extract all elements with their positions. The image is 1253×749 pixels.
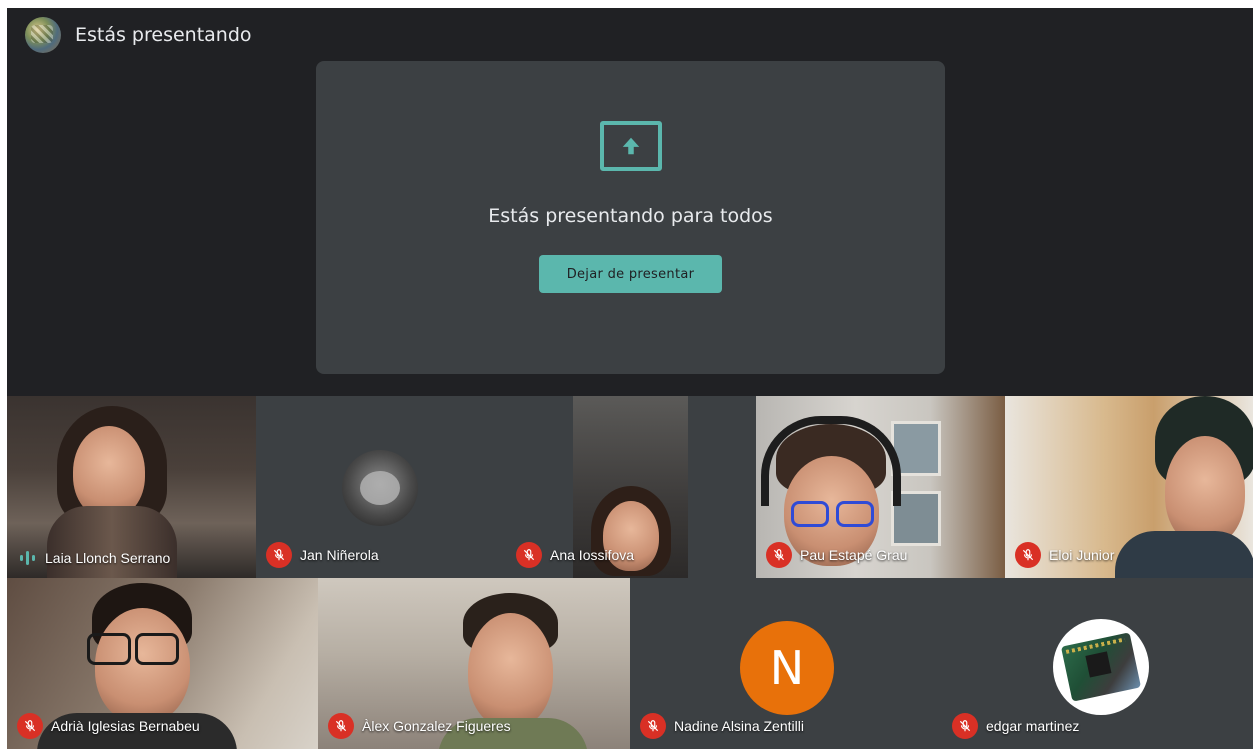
participant-tile[interactable]: Ana Iossifova bbox=[506, 396, 756, 578]
mic-off-icon bbox=[766, 542, 792, 568]
participant-name-bar: Nadine Alsina Zentilli bbox=[640, 713, 804, 739]
meeting-stage: Estás presentando Estás presentando para… bbox=[7, 8, 1253, 749]
presenter-title: Estás presentando bbox=[75, 24, 252, 46]
participant-tile[interactable]: Àlex Gonzalez Figueres bbox=[318, 578, 630, 749]
presentation-card: Estás presentando para todos Dejar de pr… bbox=[316, 61, 945, 374]
participant-name: Nadine Alsina Zentilli bbox=[674, 718, 804, 734]
participant-tile[interactable]: Pau Estapé Grau bbox=[756, 396, 1005, 578]
mic-off-icon bbox=[328, 713, 354, 739]
mic-off-icon bbox=[1015, 542, 1041, 568]
participant-tile[interactable]: Laia Llonch Serrano bbox=[7, 396, 256, 578]
mic-off-icon bbox=[952, 713, 978, 739]
participant-avatar bbox=[342, 450, 418, 526]
participant-name: edgar martinez bbox=[986, 718, 1080, 734]
mic-off-icon bbox=[266, 542, 292, 568]
participant-name-bar: Pau Estapé Grau bbox=[766, 542, 907, 568]
participant-tile[interactable]: Jan Niñerola bbox=[256, 396, 506, 578]
participant-name: Àlex Gonzalez Figueres bbox=[362, 718, 511, 734]
participant-name: Eloi Junior bbox=[1049, 547, 1115, 563]
mic-off-icon bbox=[516, 542, 542, 568]
participant-tile[interactable]: Eloi Junior bbox=[1005, 396, 1253, 578]
participant-tile[interactable]: N Nadine Alsina Zentilli bbox=[630, 578, 942, 749]
participant-name-bar: Jan Niñerola bbox=[266, 542, 379, 568]
mic-off-icon bbox=[17, 713, 43, 739]
avatar-letter: N bbox=[769, 641, 805, 695]
participant-name-bar: Ana Iossifova bbox=[516, 542, 634, 568]
participant-name: Adrià Iglesias Bernabeu bbox=[51, 718, 200, 734]
participant-name: Pau Estapé Grau bbox=[800, 547, 908, 563]
participant-name-bar: Àlex Gonzalez Figueres bbox=[328, 713, 511, 739]
presenter-avatar[interactable] bbox=[25, 17, 61, 53]
participant-tile[interactable]: Adrià Iglesias Bernabeu bbox=[7, 578, 318, 749]
participant-avatar bbox=[1053, 619, 1149, 715]
presentation-message: Estás presentando para todos bbox=[488, 205, 773, 227]
present-to-all-icon bbox=[599, 121, 662, 171]
participant-name-bar: Eloi Junior bbox=[1015, 542, 1114, 568]
participant-name: Laia Llonch Serrano bbox=[45, 550, 171, 566]
participant-name-bar: Adrià Iglesias Bernabeu bbox=[17, 713, 200, 739]
mic-off-icon bbox=[640, 713, 666, 739]
participant-tile[interactable]: edgar martinez bbox=[942, 578, 1253, 749]
participant-name: Ana Iossifova bbox=[550, 547, 635, 563]
presenter-header: Estás presentando bbox=[25, 17, 252, 53]
speaking-indicator-icon bbox=[17, 548, 37, 568]
stop-presenting-button[interactable]: Dejar de presentar bbox=[539, 255, 722, 293]
participant-avatar: N bbox=[740, 621, 834, 715]
participant-name: Jan Niñerola bbox=[300, 547, 379, 563]
participant-name-bar: edgar martinez bbox=[952, 713, 1079, 739]
participant-name-bar: Laia Llonch Serrano bbox=[17, 548, 170, 568]
